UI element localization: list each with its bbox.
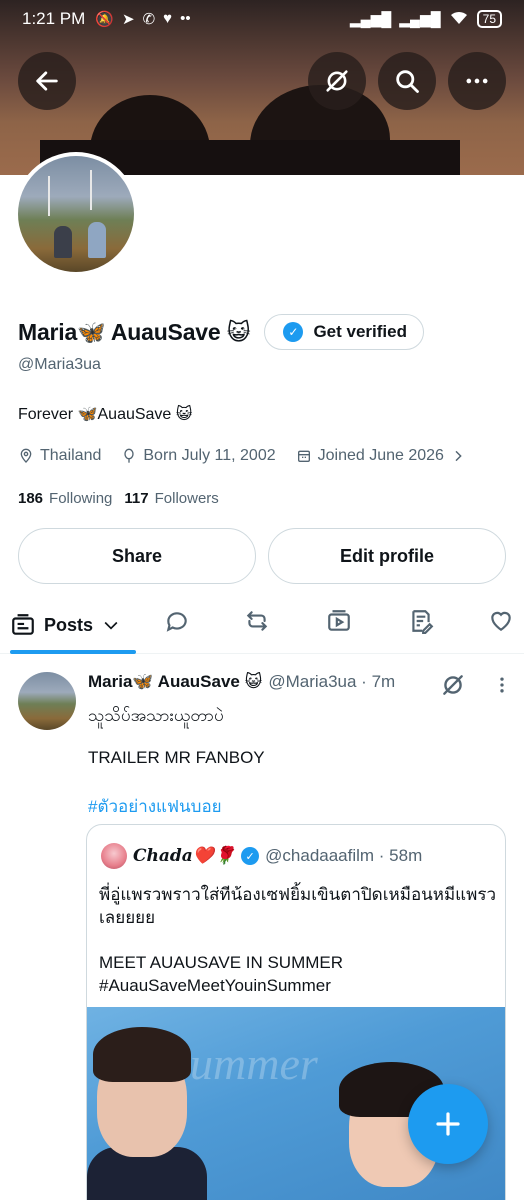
profile-bio: Forever 🦋AuauSave 😺: [18, 406, 193, 423]
profile-handle: @Maria3ua: [18, 356, 101, 373]
verified-badge-icon: ✓: [241, 847, 260, 865]
signal-icon: ▂▄▆█: [349, 10, 392, 27]
post-more-icon[interactable]: [492, 675, 512, 695]
tab-articles[interactable]: [408, 608, 438, 638]
status-bar: 1:21 PM 🔕 ➤ ✆ ♥ •• ▂▄▆█ ▂▄▆█ 75: [0, 0, 524, 38]
status-right-icons: ▂▄▆█ ▂▄▆█ 75: [350, 10, 502, 29]
profile-name: Maria🦋 AuauSave 😺: [18, 318, 251, 345]
articles-icon: [412, 610, 434, 634]
battery-indicator: 75: [476, 10, 502, 28]
avatar-person-2: [88, 222, 106, 258]
compose-post-button[interactable]: [408, 1084, 488, 1164]
location-pin-icon: [20, 448, 32, 463]
back-icon: [36, 71, 58, 91]
chevron-right-icon: [455, 450, 462, 462]
verified-badge-icon: ✓: [283, 322, 304, 342]
profile-tabs: Posts: [0, 596, 524, 654]
post-author-name[interactable]: Maria🦋 AuauSave 😺: [88, 672, 262, 692]
edit-profile-button[interactable]: Edit profile: [268, 528, 506, 584]
quote-text: พี่อู่แพรวพราวใส่ทีน้องเซฟยิ้มเขินตาปิดเ…: [99, 885, 497, 927]
search-icon: [396, 70, 419, 93]
followers-link[interactable]: 117 Followers: [124, 490, 218, 507]
back-button[interactable]: [18, 52, 76, 110]
quote-author-handle: @chadaaafilm · 58m: [265, 846, 423, 865]
post-text: သူသိပ်အသားယူတာပဲ: [88, 706, 224, 725]
post-tools: [440, 672, 512, 698]
telegram-icon: ➤: [122, 11, 135, 28]
profile-meta: Thailand Born July 11, 2002 Joined June …: [18, 447, 466, 465]
birthday: Born July 11, 2002: [121, 447, 276, 465]
replies-icon: [166, 612, 187, 632]
more-button[interactable]: [448, 52, 506, 110]
post-header: Maria🦋 AuauSave 😺 @Maria3ua · 7m: [88, 672, 395, 692]
get-verified-button[interactable]: ✓ Get verified: [264, 314, 424, 350]
post-hashtag[interactable]: #ตัวอย่างแฟนบอย: [88, 793, 222, 820]
quote-text-line: MEET AUAUSAVE IN SUMMER: [99, 953, 344, 972]
search-button[interactable]: [378, 52, 436, 110]
tab-posts[interactable]: Posts: [10, 596, 136, 654]
profile-actions: Share Edit profile: [18, 528, 506, 584]
get-verified-label: Get verified: [313, 322, 407, 341]
quote-header: 𝑪𝒉𝒂𝒅𝒂❤️🌹 ✓ @chadaaafilm · 58m: [101, 843, 422, 869]
wifi-icon: [449, 10, 469, 29]
grok-icon[interactable]: [440, 672, 466, 698]
plus-icon: [436, 1112, 460, 1136]
location: Thailand: [18, 447, 101, 465]
status-left-icons: 🔕 ➤ ✆ ♥ ••: [95, 10, 190, 28]
media-icon: [328, 610, 350, 631]
posts-icon: [12, 614, 34, 635]
post-text-line: TRAILER MR FANBOY: [88, 748, 265, 767]
grok-button[interactable]: [308, 52, 366, 110]
likes-icon: [491, 611, 511, 631]
chevron-down-icon: [104, 621, 118, 630]
grok-icon: [326, 70, 348, 92]
quote-author-name: 𝑪𝒉𝒂𝒅𝒂❤️🌹: [133, 846, 236, 865]
avatar-person-1: [54, 226, 72, 258]
quote-avatar: [101, 843, 127, 869]
joined-date[interactable]: Joined June 2026: [296, 447, 466, 465]
tab-likes[interactable]: [488, 608, 518, 638]
follow-stats: 186 Following 117 Followers: [18, 490, 219, 507]
more-dots-icon: ••: [180, 10, 191, 27]
muted-icon: 🔕: [95, 11, 114, 28]
post-author-handle: @Maria3ua · 7m: [268, 672, 396, 691]
repost-icon: [246, 611, 268, 631]
following-link[interactable]: 186 Following: [18, 490, 112, 507]
tab-media[interactable]: [326, 608, 356, 638]
heart-icon: ♥: [163, 10, 173, 27]
profile-name-row: Maria🦋 AuauSave 😺 ✓ Get verified: [18, 314, 424, 350]
status-time: 1:21 PM: [22, 9, 86, 28]
balloon-icon: [124, 448, 135, 463]
tab-replies[interactable]: [164, 608, 194, 638]
signal-icon: ▂▄▆█: [399, 10, 441, 27]
calendar-icon: [297, 450, 310, 462]
profile-avatar[interactable]: [14, 152, 138, 276]
tab-reposts[interactable]: [244, 608, 274, 638]
quote-hashtag-line: #AuauSaveMeetYouinSummer: [99, 976, 331, 995]
missed-call-icon: ✆: [142, 11, 156, 28]
post-avatar[interactable]: [18, 672, 76, 730]
active-tab-indicator: [10, 650, 136, 654]
share-button[interactable]: Share: [18, 528, 256, 584]
avatar-image: [18, 156, 134, 272]
more-icon: [466, 78, 488, 84]
